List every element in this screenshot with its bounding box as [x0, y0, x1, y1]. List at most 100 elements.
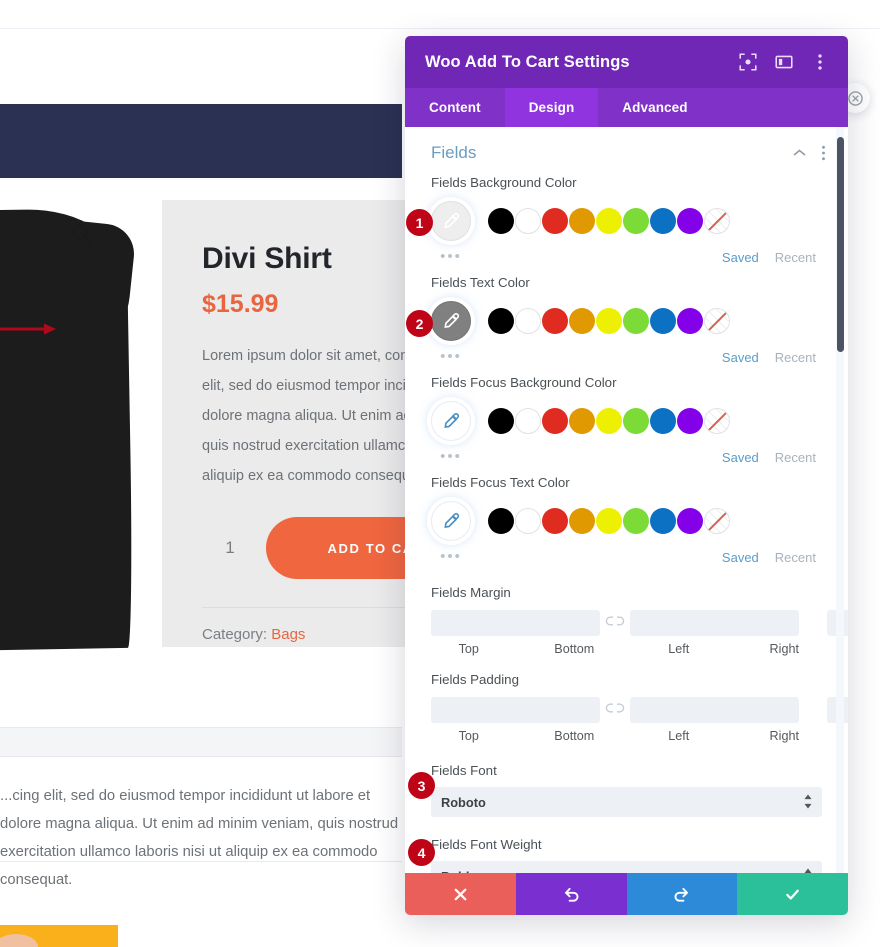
- color-swatch-red[interactable]: [542, 208, 568, 234]
- color-swatch-list: [488, 508, 731, 534]
- screen: Divi Shirt $15.99 Lorem ipsum dolor sit …: [0, 0, 880, 947]
- color-swatch-blue[interactable]: [650, 508, 676, 534]
- undo-arrow-icon: [563, 886, 580, 903]
- color-swatch-green[interactable]: [623, 408, 649, 434]
- color-swatch-red[interactable]: [542, 308, 568, 334]
- recent-colors-link[interactable]: Recent: [775, 550, 816, 565]
- lower-divider: [0, 861, 402, 862]
- color-swatch-white[interactable]: [515, 308, 541, 334]
- spacing-pair: [431, 696, 799, 723]
- broken-link-icon[interactable]: [600, 703, 630, 716]
- color-swatch-green[interactable]: [623, 508, 649, 534]
- eyedropper-icon[interactable]: [431, 501, 471, 541]
- spacing-input-bottom[interactable]: [630, 696, 799, 723]
- eyedropper-icon[interactable]: [431, 401, 471, 441]
- color-picker-row: [431, 199, 822, 243]
- recent-colors-link[interactable]: Recent: [775, 450, 816, 465]
- layout-panel-icon[interactable]: [774, 52, 794, 72]
- color-swatch-yellow[interactable]: [596, 208, 622, 234]
- more-vertical-icon[interactable]: [821, 145, 826, 161]
- scrollbar-thumb[interactable]: [837, 137, 844, 352]
- chevron-up-icon[interactable]: [792, 148, 807, 158]
- modal-body: Fields Fields Background Color ••• Saved Re…: [405, 127, 848, 873]
- color-swatch-purple[interactable]: [677, 308, 703, 334]
- color-swatch-blue[interactable]: [650, 408, 676, 434]
- color-swatch-yellow[interactable]: [596, 408, 622, 434]
- cancel-button[interactable]: [405, 873, 516, 915]
- color-swatch-transparent[interactable]: [704, 508, 730, 534]
- more-options-icon[interactable]: •••: [431, 249, 471, 264]
- saved-colors-link[interactable]: Saved: [722, 450, 759, 465]
- color-swatch-transparent[interactable]: [704, 408, 730, 434]
- color-swatch-orange[interactable]: [569, 308, 595, 334]
- color-swatch-yellow[interactable]: [596, 308, 622, 334]
- color-swatch-white[interactable]: [515, 408, 541, 434]
- redo-button[interactable]: [626, 873, 738, 915]
- color-swatch-white[interactable]: [515, 208, 541, 234]
- eyedropper-icon[interactable]: [431, 301, 471, 341]
- more-options-icon[interactable]: •••: [431, 549, 471, 564]
- color-swatch-black[interactable]: [488, 408, 514, 434]
- color-swatch-blue[interactable]: [650, 308, 676, 334]
- spacing-field-1: Fields Padding Top Bottom Left Right: [405, 666, 848, 743]
- magnifier-icon[interactable]: [72, 224, 92, 244]
- product-image[interactable]: [0, 200, 150, 670]
- color-swatch-list: [488, 208, 731, 234]
- section-title: Fields: [431, 143, 477, 162]
- spacing-input-bottom[interactable]: [630, 609, 799, 636]
- more-options-icon[interactable]: •••: [431, 349, 471, 364]
- color-swatch-orange[interactable]: [569, 408, 595, 434]
- spacing-input-top[interactable]: [431, 696, 600, 723]
- color-swatch-orange[interactable]: [569, 508, 595, 534]
- select-field-list: Fields Font Roboto Fields Font Weight Bold: [405, 757, 848, 873]
- category-link[interactable]: Bags: [271, 626, 305, 643]
- color-swatch-black[interactable]: [488, 508, 514, 534]
- more-vertical-icon[interactable]: [810, 52, 830, 72]
- color-swatch-purple[interactable]: [677, 408, 703, 434]
- settings-modal: Woo Add To Cart Settings Content Design …: [405, 36, 848, 915]
- recent-colors-link[interactable]: Recent: [775, 350, 816, 365]
- color-swatch-red[interactable]: [542, 508, 568, 534]
- color-swatch-red[interactable]: [542, 408, 568, 434]
- color-swatch-purple[interactable]: [677, 508, 703, 534]
- saved-colors-link[interactable]: Saved: [722, 350, 759, 365]
- select-wrapper: Bold: [431, 861, 822, 873]
- more-options-icon[interactable]: •••: [431, 449, 471, 464]
- tab-design[interactable]: Design: [504, 88, 599, 127]
- spacing-input-top[interactable]: [431, 609, 600, 636]
- tab-content[interactable]: Content: [405, 88, 505, 127]
- color-swatch-green[interactable]: [623, 208, 649, 234]
- color-swatch-blue[interactable]: [650, 208, 676, 234]
- color-picker-row: [431, 399, 822, 443]
- color-swatch-yellow[interactable]: [596, 508, 622, 534]
- redo-arrow-icon: [673, 886, 690, 903]
- color-swatch-orange[interactable]: [569, 208, 595, 234]
- font-family-select[interactable]: Roboto: [431, 787, 822, 817]
- color-swatch-white[interactable]: [515, 508, 541, 534]
- save-button[interactable]: [737, 873, 848, 915]
- color-swatch-transparent[interactable]: [704, 208, 730, 234]
- color-swatch-green[interactable]: [623, 308, 649, 334]
- recent-colors-link[interactable]: Recent: [775, 250, 816, 265]
- eyedropper-icon[interactable]: [431, 201, 471, 241]
- site-navy-band: [0, 104, 402, 178]
- color-swatch-transparent[interactable]: [704, 308, 730, 334]
- callout-badge-4: 4: [408, 839, 435, 866]
- select-field-0: Fields Font Roboto: [405, 757, 848, 817]
- color-swatch-black[interactable]: [488, 208, 514, 234]
- focus-target-icon[interactable]: [738, 52, 758, 72]
- quantity-input[interactable]: 1: [202, 538, 258, 558]
- undo-button[interactable]: [515, 873, 627, 915]
- broken-link-icon[interactable]: [600, 616, 630, 629]
- saved-colors-link[interactable]: Saved: [722, 250, 759, 265]
- color-swatch-purple[interactable]: [677, 208, 703, 234]
- spacing-label-right: Right: [769, 642, 799, 656]
- tab-advanced[interactable]: Advanced: [598, 88, 711, 127]
- color-swatch-black[interactable]: [488, 308, 514, 334]
- annotation-arrow: [0, 322, 56, 336]
- font-weight-select[interactable]: Bold: [431, 861, 822, 873]
- saved-colors-link[interactable]: Saved: [722, 550, 759, 565]
- color-picker-row: [431, 499, 822, 543]
- label-gap: [507, 642, 537, 656]
- modal-title: Woo Add To Cart Settings: [425, 52, 630, 71]
